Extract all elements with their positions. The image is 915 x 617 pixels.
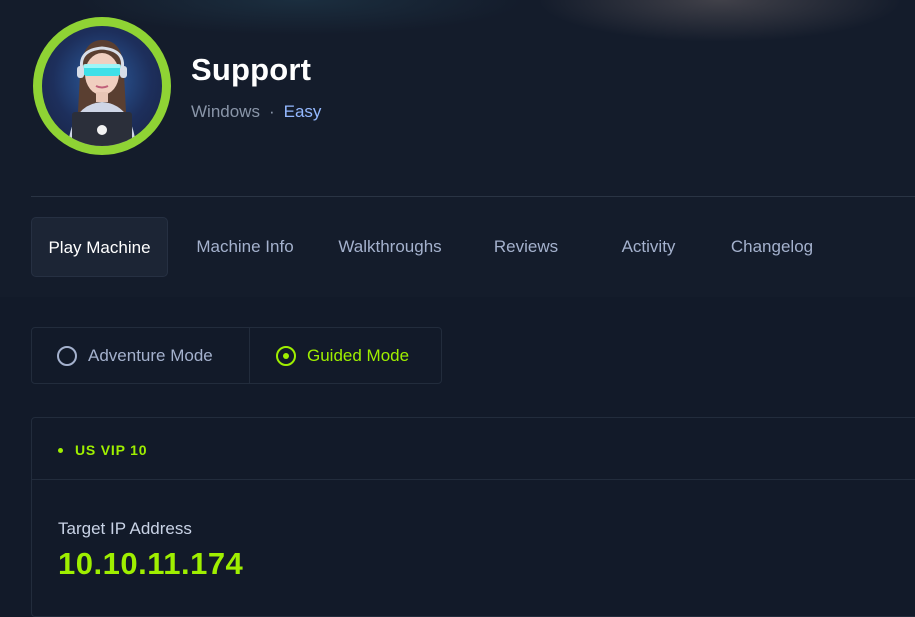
radio-unchecked-icon[interactable] bbox=[57, 345, 77, 366]
radio-checked-icon[interactable] bbox=[276, 345, 296, 366]
status-dot-icon bbox=[58, 447, 63, 453]
target-ip-value[interactable]: 10.10.11.174 bbox=[58, 546, 243, 582]
machine-difficulty: Easy bbox=[283, 102, 322, 121]
vpn-server-label: US VIP 10 bbox=[75, 442, 148, 458]
tab-walkthroughs[interactable]: Walkthroughs bbox=[328, 217, 452, 277]
tab-changelog[interactable]: Changelog bbox=[724, 217, 820, 277]
meta-separator: · bbox=[268, 102, 275, 121]
mode-selector: Adventure Mode Guided Mode bbox=[31, 327, 442, 384]
mode-divider bbox=[249, 328, 250, 383]
machine-meta: Windows · Easy bbox=[191, 102, 321, 122]
tab-machine-info[interactable]: Machine Info bbox=[181, 217, 309, 277]
tab-play-machine[interactable]: Play Machine bbox=[31, 217, 168, 277]
vpn-server[interactable]: US VIP 10 bbox=[58, 442, 147, 458]
header-divider bbox=[31, 196, 915, 197]
panel-divider bbox=[32, 479, 915, 480]
adventure-mode-label: Adventure Mode bbox=[88, 345, 213, 365]
avatar-illustration bbox=[68, 40, 136, 146]
guided-mode-option[interactable]: Guided Mode bbox=[276, 328, 409, 383]
guided-mode-label: Guided Mode bbox=[307, 345, 410, 365]
target-ip-label: Target IP Address bbox=[58, 519, 192, 538]
tab-activity[interactable]: Activity bbox=[611, 217, 686, 277]
adventure-mode-option[interactable]: Adventure Mode bbox=[57, 328, 213, 383]
machine-os: Windows bbox=[191, 102, 260, 121]
tab-reviews[interactable]: Reviews bbox=[481, 217, 571, 277]
machine-title: Support bbox=[191, 52, 312, 87]
connection-panel: US VIP 10 Target IP Address 10.10.11.174 bbox=[31, 417, 915, 617]
machine-avatar-icon bbox=[33, 17, 171, 155]
